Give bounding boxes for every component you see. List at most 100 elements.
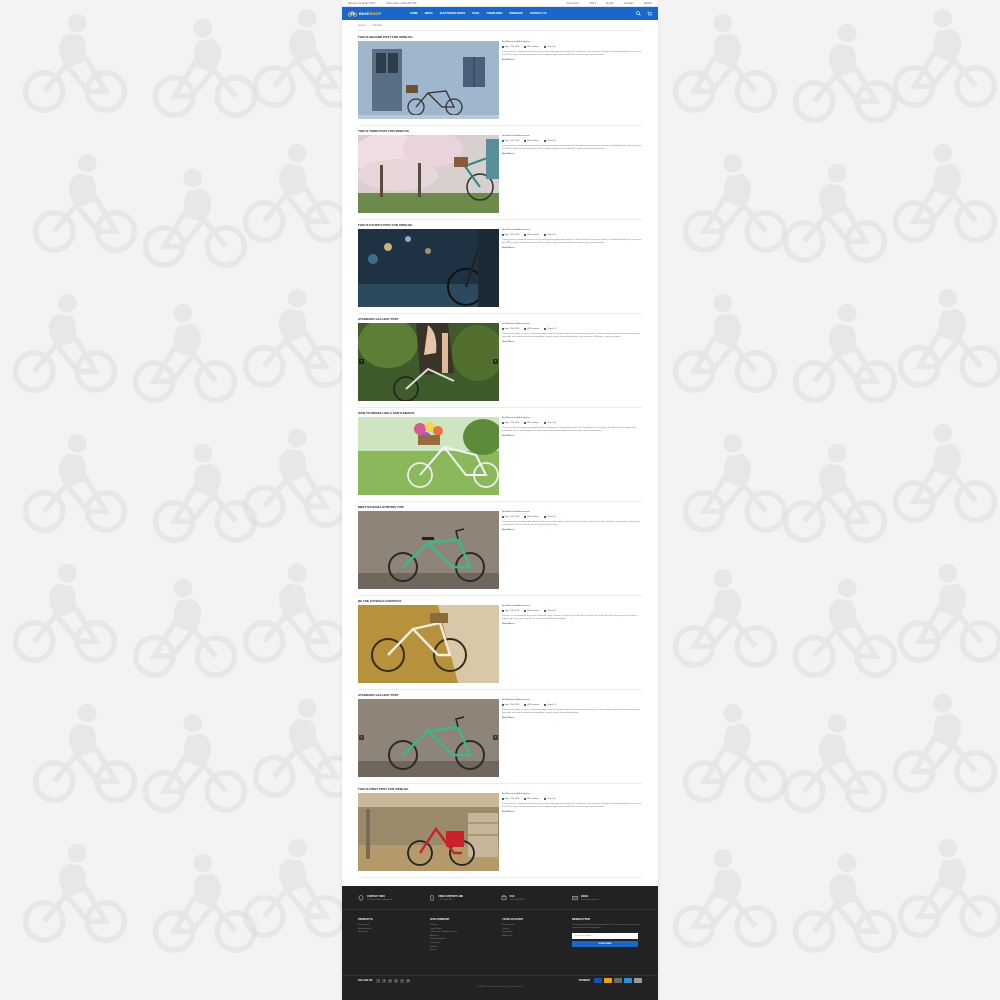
footer-link[interactable]: Stores — [430, 949, 492, 953]
payment-card-icon — [614, 978, 622, 983]
eye-icon — [544, 46, 547, 48]
read-more-link[interactable]: Read More > — [502, 529, 642, 531]
wishlist-link[interactable]: Wishlist — [644, 2, 652, 5]
gallery-next-arrow-icon[interactable]: › — [493, 735, 498, 740]
post-divider — [358, 501, 642, 502]
footer-contact-item: EMAIL demo@email.com — [572, 895, 642, 909]
language-dropdown[interactable]: English — [606, 2, 614, 5]
newsletter-title: NEWSLETTER — [572, 918, 590, 921]
read-more-link[interactable]: Read More > — [502, 247, 642, 249]
footer-column-title: PRODUCTS — [358, 918, 373, 921]
post-category[interactable]: All Fashions — [527, 422, 539, 424]
post-excerpt: The first of the three-piece ensemble wi… — [502, 427, 637, 433]
post-author: By Webmaster Administrator — [502, 699, 530, 701]
breadcrumb[interactable]: Home > ... > Parallax — [358, 20, 642, 31]
read-more-link[interactable]: Read More > — [502, 153, 642, 155]
nav-item[interactable]: PAGE — [472, 12, 479, 15]
read-more-link[interactable]: Read More > — [502, 811, 642, 813]
post-excerpt: Lorem ipsum is simply dummy text of the … — [502, 145, 642, 151]
social-icon[interactable]: f — [376, 978, 381, 983]
footer-link[interactable]: Addresses — [502, 935, 564, 939]
post-category[interactable]: All Fashions — [527, 516, 539, 518]
post-views: Views (2) — [547, 328, 557, 330]
account-dropdown[interactable]: My Account — [567, 2, 579, 5]
background-bike-silhouette — [890, 140, 1000, 250]
nav-item[interactable]: CONTACT US — [530, 12, 547, 15]
background-bike-silhouette — [240, 425, 350, 535]
post-image[interactable]: ‹ › — [358, 699, 499, 777]
nav-item[interactable]: WEBSHOP — [509, 12, 522, 15]
social-icon[interactable]: p — [394, 978, 399, 983]
footer-column: OUR COMPANY Delivery Legal Notice Terms and… — [430, 918, 492, 975]
footer-bottom: FOLLOW US f t g p v in PAYMENT — [342, 975, 658, 985]
welcome-text: Welcome To Studio Shop ! — [348, 1, 377, 5]
read-more-link[interactable]: Read More > — [502, 623, 642, 625]
subscribe-button[interactable]: SUBSCRIBE — [572, 941, 638, 947]
post-image[interactable] — [358, 41, 499, 119]
post-image[interactable] — [358, 793, 499, 871]
gallery-next-arrow-icon[interactable]: › — [493, 359, 498, 364]
calendar-icon — [502, 234, 504, 236]
post-views: Views (2) — [547, 46, 557, 48]
post-divider — [358, 125, 642, 126]
post-category[interactable]: All Fashions — [527, 798, 539, 800]
post-category[interactable]: All Fashions — [527, 234, 539, 236]
post-image[interactable] — [358, 417, 499, 495]
bike-logo-icon — [348, 11, 357, 17]
footer-column: PRODUCTS Prices drop New products Best sale… — [358, 918, 420, 975]
read-more-link[interactable]: Read More > — [502, 717, 642, 719]
contact-value: +123-456-789 — [438, 899, 453, 901]
footer-link[interactable]: Best sales — [358, 931, 420, 935]
background-bike-silhouette — [890, 420, 1000, 530]
compare-link[interactable]: Compare — [624, 2, 634, 5]
post-views: Views (2) — [547, 610, 557, 612]
social-icon[interactable]: v — [400, 978, 405, 983]
eye-icon — [544, 516, 547, 518]
post-image[interactable] — [358, 229, 499, 307]
read-more-link[interactable]: Read More > — [502, 341, 642, 343]
post-category[interactable]: All Fashions — [527, 610, 539, 612]
post-image[interactable] — [358, 511, 499, 589]
folder-icon — [524, 234, 527, 236]
logo[interactable]: BIKESHOP — [348, 10, 392, 17]
post-category[interactable]: All Fashions — [527, 140, 539, 142]
newsletter-email-input[interactable]: Your email address — [572, 933, 638, 939]
gallery-prev-arrow-icon[interactable]: ‹ — [359, 735, 364, 740]
folder-icon — [524, 422, 527, 424]
post-category[interactable]: All Fashions — [527, 704, 539, 706]
post-date: Aug 17th 2018 — [505, 46, 520, 48]
payment-card-icon — [594, 978, 602, 983]
search-icon[interactable] — [636, 11, 641, 16]
post-divider — [358, 313, 642, 314]
post-category[interactable]: All Fashions — [527, 46, 539, 48]
social-icon[interactable]: in — [406, 978, 411, 983]
social-icon[interactable]: t — [382, 978, 387, 983]
currency-dropdown[interactable]: USD $ — [589, 2, 596, 5]
nav-item[interactable]: ELECTRONIC BIKES — [440, 12, 466, 15]
background-bike-silhouette — [790, 575, 900, 685]
contact-value: +012-345-678 — [509, 899, 524, 901]
post-views: Views (2) — [547, 234, 557, 236]
post-excerpt: Lorem ipsum is simply dummy text of the … — [502, 51, 642, 57]
nav-item[interactable]: HOME — [410, 12, 418, 15]
post-date: Aug 17th 2018 — [505, 704, 520, 706]
post-image[interactable] — [358, 135, 499, 213]
post-author: By Webmaster Administrator — [502, 229, 530, 231]
post-image[interactable] — [358, 605, 499, 683]
post-author: By Webmaster Administrator — [502, 511, 530, 513]
post-date: Aug 17th 2018 — [505, 140, 520, 142]
footer-contact-item: CONTACT INFO 123 Main Street, Anytown — [358, 895, 428, 909]
cart-icon[interactable] — [647, 11, 652, 16]
read-more-link[interactable]: Read More > — [502, 435, 642, 437]
read-more-link[interactable]: Read More > — [502, 59, 642, 61]
contact-title: FREE SUPPORT LINE — [438, 895, 464, 898]
nav-item[interactable]: BIKES — [425, 12, 433, 15]
nav-item[interactable]: THEME BIKE — [486, 12, 502, 15]
gallery-prev-arrow-icon[interactable]: ‹ — [359, 359, 364, 364]
post-author: By Webmaster Administrator — [502, 323, 530, 325]
post-divider — [358, 783, 642, 784]
background-bike-silhouette — [680, 430, 790, 540]
post-category[interactable]: All Fashions — [527, 328, 539, 330]
social-icon[interactable]: g — [388, 978, 393, 983]
post-image[interactable]: ‹ › — [358, 323, 499, 401]
